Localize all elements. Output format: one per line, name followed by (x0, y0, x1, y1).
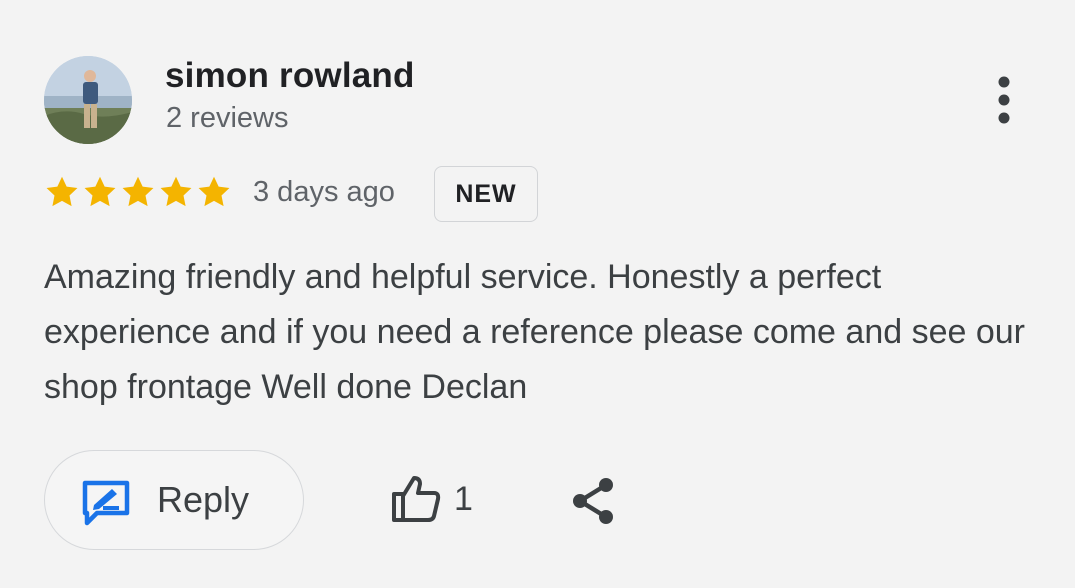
star-icon (46, 176, 78, 207)
review-text: Amazing friendly and helpful service. Ho… (44, 258, 1025, 406)
share-icon[interactable] (570, 476, 616, 526)
reviewer-name[interactable]: simon rowland (165, 56, 415, 96)
more-vertical-icon[interactable] (990, 74, 1018, 126)
reply-edit-icon (81, 477, 131, 527)
star-icon (160, 176, 192, 207)
like-count: 1 (454, 480, 473, 518)
star-icon (84, 176, 116, 207)
star-icon (122, 176, 154, 207)
reply-button[interactable]: Reply (44, 450, 304, 550)
thumbs-up-icon[interactable] (390, 474, 442, 524)
review-card: simon rowland 2 reviews 3 days ago NEW A… (0, 0, 1075, 588)
star-rating (44, 174, 234, 214)
review-count[interactable]: 2 reviews (166, 102, 289, 135)
review-date: 3 days ago (253, 176, 395, 208)
reply-label: Reply (157, 479, 250, 520)
profile-photo-icon (44, 56, 132, 144)
avatar[interactable] (44, 56, 132, 144)
new-badge: NEW (434, 166, 538, 222)
star-icon (198, 176, 230, 207)
